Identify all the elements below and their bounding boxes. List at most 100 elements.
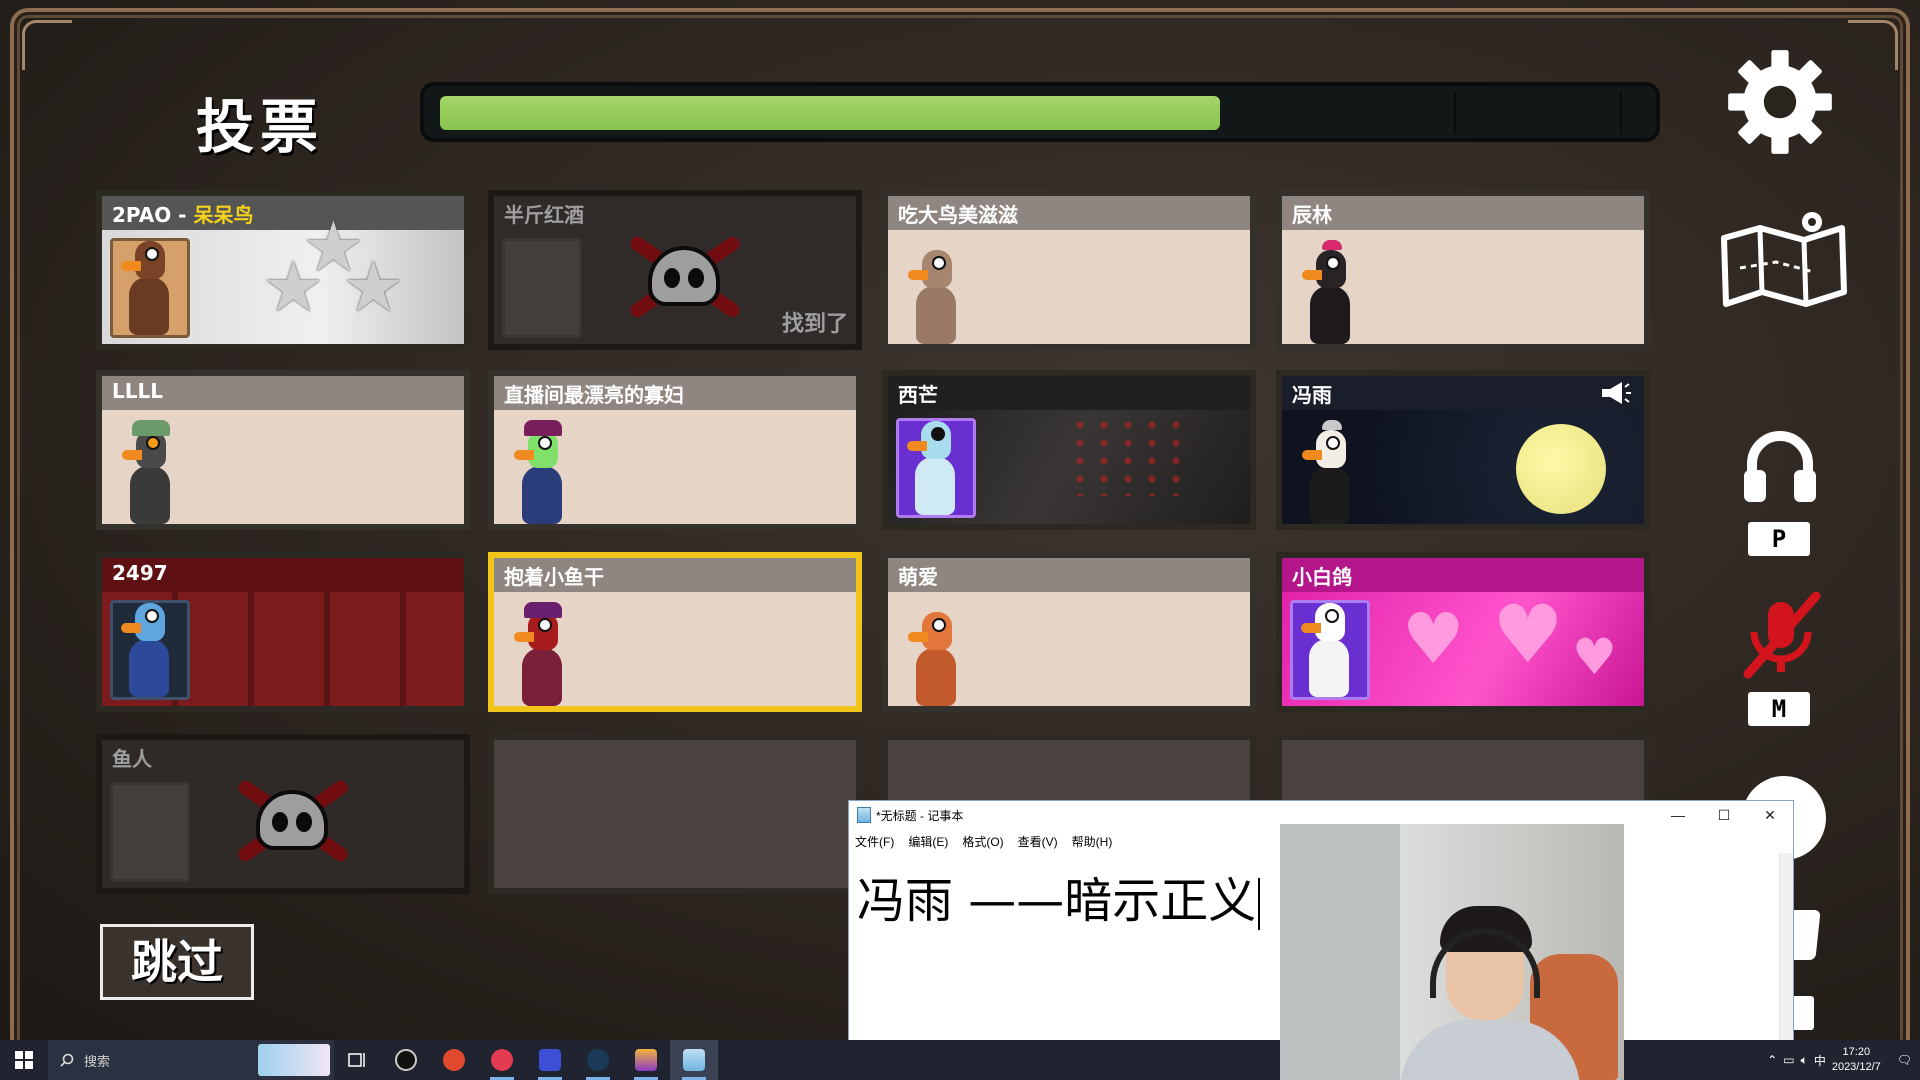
player-portrait: [110, 782, 190, 882]
search-placeholder: 搜索: [84, 1053, 111, 1069]
player-card-llll[interactable]: LLLL: [96, 370, 470, 530]
player-name: 冯雨: [1292, 383, 1332, 407]
heart-icon: ♥: [1402, 598, 1465, 680]
system-tray: ⌃ ▭ 🔈︎ 中 17:20 2023/12/7 🗨︎: [1767, 1040, 1920, 1080]
player-portrait: [1290, 600, 1370, 700]
player-name: 直播间最漂亮的寡妇: [504, 383, 684, 407]
taskbar-app-game[interactable]: [430, 1040, 478, 1080]
timer-divider: [1620, 92, 1622, 134]
minimize-button[interactable]: —: [1655, 801, 1701, 829]
player-card-yuren: 鱼人: [96, 734, 470, 894]
push-to-talk-key-badge: P: [1748, 522, 1810, 556]
goose-avatar: [906, 244, 966, 344]
obs-icon: [395, 1049, 417, 1071]
mic-muted-icon[interactable]: [1734, 588, 1828, 682]
goose-avatar: [1300, 420, 1360, 524]
gear-icon[interactable]: [1726, 48, 1834, 156]
player-card-2pao[interactable]: 2PAO - 呆呆鸟 ★ ★ ★: [96, 190, 470, 350]
player-name: 2497: [112, 561, 168, 585]
map-icon[interactable]: [1716, 208, 1852, 312]
game-icon: [635, 1049, 657, 1071]
notepad-icon: [683, 1049, 705, 1071]
mute-key-badge: M: [1748, 692, 1810, 726]
webcam-overlay: [1280, 824, 1624, 1080]
webcam-background: [1280, 824, 1400, 1080]
taskbar-app-voice[interactable]: [526, 1040, 574, 1080]
menu-help[interactable]: 帮助(H): [1072, 833, 1113, 850]
menu-file[interactable]: 文件(F): [855, 833, 894, 850]
start-button[interactable]: [0, 1040, 48, 1080]
player-name: 2PAO - 呆呆鸟: [112, 203, 254, 227]
player-card-ximang[interactable]: 西芒: [882, 370, 1256, 530]
player-name: 辰林: [1292, 203, 1332, 227]
player-card-2497[interactable]: 2497: [96, 552, 470, 712]
taskbar-app-goose-goose-duck[interactable]: [622, 1040, 670, 1080]
frame-corner-ornament: [1848, 20, 1898, 70]
rank-star-icon: ★: [262, 246, 325, 328]
taskbar-app-obs[interactable]: [382, 1040, 430, 1080]
windows-logo-icon: [15, 1051, 33, 1069]
goose-avatar: [1300, 240, 1360, 344]
ime-indicator[interactable]: 中: [1814, 1052, 1826, 1069]
player-card-xiaobaige[interactable]: 小白鸽 ♥ ♥ ♥: [1276, 552, 1650, 712]
menu-edit[interactable]: 编辑(E): [908, 833, 948, 850]
goose-avatar: [1299, 597, 1359, 697]
page-title: 投票: [196, 93, 325, 161]
chevron-up-icon[interactable]: ⌃: [1767, 1053, 1777, 1067]
window-title: *无标题 - 记事本: [876, 808, 964, 823]
player-card-zhibojian[interactable]: 直播间最漂亮的寡妇: [488, 370, 862, 530]
taskbar-app-steam[interactable]: [574, 1040, 622, 1080]
notepad-app-icon: [857, 807, 871, 823]
goose-avatar: [119, 597, 179, 697]
task-view-button[interactable]: [334, 1040, 382, 1080]
goose-avatar: [119, 235, 179, 335]
player-card-fengyu[interactable]: 冯雨: [1276, 370, 1650, 530]
goose-avatar: [120, 420, 180, 524]
vote-timer-fill: [440, 96, 1220, 130]
player-portrait: [502, 238, 582, 338]
player-name: 鱼人: [112, 747, 152, 771]
skip-vote-button[interactable]: 跳过: [100, 924, 254, 1000]
player-portrait: [896, 418, 976, 518]
player-name: 吃大鸟美滋滋: [898, 203, 1018, 227]
player-name: 小白鸽: [1292, 565, 1352, 589]
task-view-icon: [348, 1053, 365, 1067]
player-portrait: [110, 600, 190, 700]
taskbar-app-notepad[interactable]: [670, 1040, 718, 1080]
heart-icon: ♥: [1492, 588, 1564, 681]
notification-icon[interactable]: 🗨︎: [1897, 1053, 1912, 1067]
clock[interactable]: 17:20 2023/12/7: [1832, 1045, 1881, 1075]
notepad-content: 冯雨 ——暗示正义: [857, 873, 1257, 929]
volume-icon[interactable]: 🔈︎: [1801, 1053, 1808, 1068]
speaking-megaphone-icon: [1602, 382, 1631, 404]
notepad-text-area[interactable]: 冯雨 ——暗示正义: [857, 861, 1261, 931]
headset-icon[interactable]: [1738, 430, 1822, 504]
taskbar-app-netease-music[interactable]: [478, 1040, 526, 1080]
goose-avatar: [512, 602, 572, 706]
app-icon: [443, 1049, 465, 1071]
heart-icon: ♥: [1572, 628, 1617, 686]
close-button[interactable]: ✕: [1747, 801, 1793, 829]
red-lights-decoration: [1068, 416, 1188, 496]
search-highlight-image: [258, 1044, 330, 1076]
goose-avatar: [512, 420, 572, 524]
music-icon: [491, 1049, 513, 1071]
body-found-label: 找到了: [781, 312, 848, 337]
taskbar-search-box[interactable]: 搜索: [48, 1040, 334, 1080]
player-card-mengai[interactable]: 萌爱: [882, 552, 1256, 712]
moon-decoration: [1516, 424, 1606, 514]
frame-corner-ornament: [22, 20, 72, 70]
goose-avatar: [906, 606, 966, 706]
player-card-chenlin[interactable]: 辰林: [1276, 190, 1650, 350]
maximize-button[interactable]: ☐: [1701, 801, 1747, 829]
timer-divider: [1454, 92, 1456, 134]
menu-format[interactable]: 格式(O): [962, 833, 1003, 850]
player-card-chidaniao[interactable]: 吃大鸟美滋滋: [882, 190, 1256, 350]
menu-view[interactable]: 查看(V): [1018, 833, 1058, 850]
player-card-baozhe-selected[interactable]: 抱着小鱼干: [488, 552, 862, 712]
player-card-banjinhongjiu: 半斤红酒 找到了: [488, 190, 862, 350]
network-icon[interactable]: ▭: [1783, 1053, 1794, 1067]
taskbar: 搜索 ⌃ ▭ 🔈︎ 中 17:20 2023/12/7 🗨︎: [0, 1040, 1920, 1080]
player-name: 半斤红酒: [504, 203, 584, 227]
empty-slot: [488, 734, 862, 894]
